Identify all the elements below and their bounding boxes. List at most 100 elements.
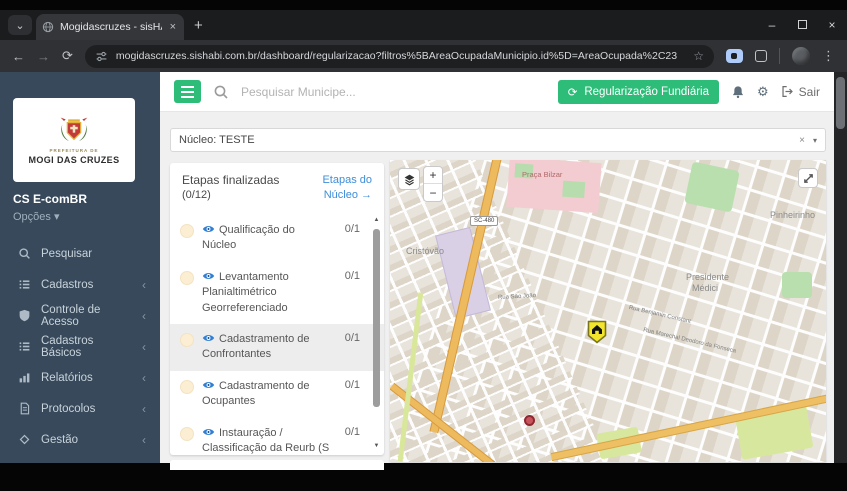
url-text[interactable]: mogidascruzes.sishabi.com.br/dashboard/r… xyxy=(116,50,685,62)
sidebar-item-cadastros-basicos[interactable]: Cadastros Básicos ‹ xyxy=(0,331,160,362)
maximize-button[interactable] xyxy=(787,18,817,32)
sidebar-item-pesquisar[interactable]: Pesquisar xyxy=(0,238,160,269)
sidebar-item-label: Controle de Acesso xyxy=(41,304,132,328)
expand-icon xyxy=(803,173,814,184)
options-dropdown[interactable]: Opções ▾ xyxy=(13,210,60,223)
app-root: PREFEITURA DE MOGI DAS CRUZES CS E-comBR… xyxy=(0,72,847,463)
org-line1: PREFEITURA DE xyxy=(49,148,98,153)
zoom-in-button[interactable]: + xyxy=(424,167,442,184)
map-park-area xyxy=(782,272,812,298)
etapa-label: Cadastramento de Ocupantes xyxy=(202,380,310,407)
search-municipe-input[interactable] xyxy=(241,85,546,99)
gear-icon[interactable]: ⚙ xyxy=(757,84,769,100)
extensions-icon[interactable] xyxy=(755,50,767,62)
status-circle-icon xyxy=(180,427,194,441)
eye-icon[interactable] xyxy=(202,380,215,390)
scroll-up-icon[interactable]: ▲ xyxy=(373,217,380,223)
chevron-down-icon[interactable]: ▾ xyxy=(813,136,817,145)
sidebar-item-label: Cadastros xyxy=(41,279,132,291)
chevron-left-icon: ‹ xyxy=(142,309,146,323)
bar-chart-icon xyxy=(18,371,31,384)
map-district-label: Cristóvão xyxy=(406,246,444,256)
etapa-row[interactable]: Cadastramento de Ocupantes 0/1 xyxy=(170,371,384,418)
list-scrollbar[interactable]: ▲ ▼ xyxy=(372,217,381,449)
next-card-partial xyxy=(170,460,384,470)
page-scrollbar[interactable] xyxy=(834,72,847,463)
hamburger-menu-button[interactable] xyxy=(174,80,201,103)
map-zoom-control: + − xyxy=(423,166,443,202)
reload-button[interactable]: ⟳ xyxy=(62,48,73,64)
eye-icon[interactable] xyxy=(202,333,215,343)
tab-title: Mogidascruzes - sisHABI - Sist xyxy=(60,21,162,33)
sidebar-item-label: Relatórios xyxy=(41,372,132,384)
map-layers-button[interactable] xyxy=(398,168,420,190)
app-header: ⟳ Regularização Fundiária ⚙ Sair xyxy=(160,72,834,112)
tab-strip: ⌄ Mogidascruzes - sisHABI - Sist × + – × xyxy=(0,10,847,40)
new-tab-button[interactable]: + xyxy=(194,17,203,34)
sidebar-item-protocolos[interactable]: Protocolos ‹ xyxy=(0,393,160,424)
back-button[interactable]: ← xyxy=(12,49,25,64)
logout-button[interactable]: Sair xyxy=(781,85,820,99)
etapas-panel: Etapas finalizadas (0/12) Etapas do Núcl… xyxy=(170,163,384,455)
chevron-left-icon: ‹ xyxy=(142,402,146,416)
link-line2: Núcleo → xyxy=(322,188,372,203)
etapas-do-nucleo-link[interactable]: Etapas do Núcleo → xyxy=(322,173,372,203)
sidebar-item-cadastros[interactable]: Cadastros ‹ xyxy=(0,269,160,300)
browser-toolbar: ← → ⟳ mogidascruzes.sishabi.com.br/dashb… xyxy=(0,40,847,72)
coat-of-arms-icon xyxy=(57,116,91,146)
eye-icon[interactable] xyxy=(202,427,215,437)
etapa-label: Qualificação do Núcleo xyxy=(202,224,295,251)
poi-marker[interactable] xyxy=(524,415,535,426)
address-bar[interactable]: mogidascruzes.sishabi.com.br/dashboard/r… xyxy=(85,45,714,68)
bell-icon[interactable] xyxy=(731,85,745,99)
eye-icon[interactable] xyxy=(202,271,215,281)
sidebar-item-label: Pesquisar xyxy=(41,248,136,260)
tab-search-button[interactable]: ⌄ xyxy=(8,15,32,35)
zoom-out-button[interactable]: − xyxy=(424,184,442,201)
etapa-count: 0/1 xyxy=(340,270,360,282)
profile-avatar[interactable] xyxy=(792,47,810,65)
scroll-down-icon[interactable]: ▼ xyxy=(373,443,380,449)
etapa-row-highlighted[interactable]: Cadastramento de Confrontantes 0/1 xyxy=(170,324,384,371)
etapa-row[interactable]: Instauração / Classificação da Reurb (S … xyxy=(170,418,384,455)
browser-menu-icon[interactable]: ⋮ xyxy=(822,48,835,64)
etapas-panel-header: Etapas finalizadas (0/12) Etapas do Núcl… xyxy=(170,163,384,209)
etapa-row[interactable]: Levantamento Planialtimétrico Georrefere… xyxy=(170,262,384,324)
nucleo-filter-select[interactable]: Núcleo: TESTE × ▾ xyxy=(170,128,826,152)
site-settings-icon[interactable] xyxy=(95,50,108,63)
house-marker[interactable] xyxy=(587,320,607,344)
clear-filter-icon[interactable]: × xyxy=(799,135,805,146)
sidebar-item-controle-de-acesso[interactable]: Controle de Acesso ‹ xyxy=(0,300,160,331)
eye-icon[interactable] xyxy=(202,224,215,234)
media-control-icon[interactable] xyxy=(726,49,743,63)
browser-tab[interactable]: Mogidascruzes - sisHABI - Sist × xyxy=(36,14,184,40)
diamond-icon xyxy=(18,433,31,446)
maximize-icon xyxy=(798,20,807,29)
map[interactable]: SC-480 Cristóvão Pinheirinho Presidente … xyxy=(390,160,826,462)
minimize-button[interactable]: – xyxy=(757,18,787,32)
map-district-label: Pinheirinho xyxy=(770,210,815,220)
etapa-row[interactable]: Qualificação do Núcleo 0/1 xyxy=(170,215,384,262)
browser-window: ⌄ Mogidascruzes - sisHABI - Sist × + – ×… xyxy=(0,10,847,463)
sidebar-item-relatorios[interactable]: Relatórios ‹ xyxy=(0,362,160,393)
etapas-title: Etapas finalizadas xyxy=(182,173,279,187)
shield-icon xyxy=(18,309,31,322)
etapa-label: Levantamento Planialtimétrico Georrefere… xyxy=(202,271,289,314)
sidebar-item-gestao[interactable]: Gestão ‹ xyxy=(0,424,160,455)
map-expand-button[interactable] xyxy=(798,168,818,188)
sidebar-item-label: Cadastros Básicos xyxy=(41,335,132,359)
bookmark-star-icon[interactable]: ☆ xyxy=(693,49,704,63)
etapa-count: 0/1 xyxy=(340,426,360,438)
close-window-button[interactable]: × xyxy=(817,18,847,32)
regularizacao-fundiaria-button[interactable]: ⟳ Regularização Fundiária xyxy=(558,80,719,104)
list-scrollbar-thumb[interactable] xyxy=(373,229,380,407)
nucleo-filter-value: Núcleo: TESTE xyxy=(179,134,799,146)
sidebar-menu: Pesquisar Cadastros ‹ Controle de Acesso… xyxy=(0,238,160,455)
status-circle-icon xyxy=(180,380,194,394)
etapa-label: Cadastramento de Confrontantes xyxy=(202,333,310,360)
window-controls: – × xyxy=(757,10,847,40)
forward-button[interactable]: → xyxy=(37,49,50,64)
file-icon xyxy=(18,402,31,415)
tab-close-icon[interactable]: × xyxy=(168,21,178,33)
page-scrollbar-thumb[interactable] xyxy=(836,77,845,129)
